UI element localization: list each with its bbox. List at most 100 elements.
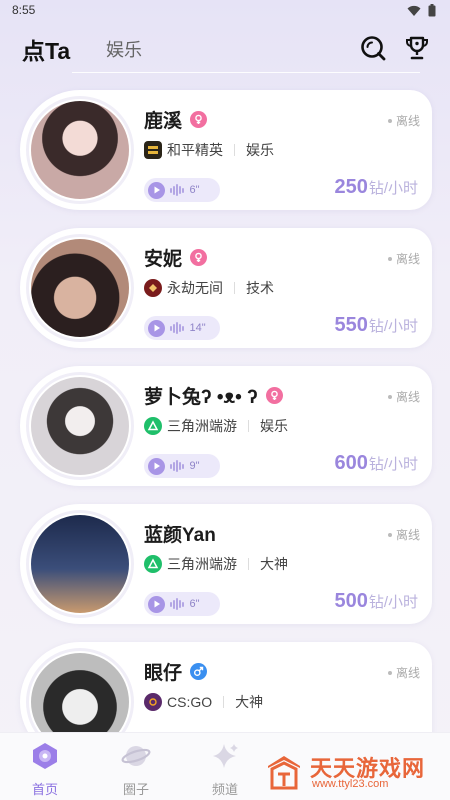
- tag-separator: [234, 144, 235, 156]
- name-row: 眼仔: [144, 658, 208, 685]
- companion-name: 安妮: [144, 249, 183, 270]
- name-row: 安妮: [144, 244, 208, 271]
- companion-card[interactable]: 萝卜兔ʔ •ᴥ• ʔ 离线 三角洲端游 娱乐 9" 600 钻/小时: [20, 366, 432, 486]
- top-nav: 点Ta 娱乐: [0, 24, 450, 74]
- status-bar: 8:55: [0, 0, 450, 24]
- nav-circle-label: 圈子: [122, 782, 149, 797]
- female-icon: [190, 111, 208, 128]
- male-icon: [190, 663, 208, 680]
- price: 550 钻/小时: [334, 314, 418, 337]
- service-category: 娱乐: [260, 418, 288, 434]
- companion-name: 眼仔: [144, 663, 183, 684]
- voice-intro-button[interactable]: 14": [144, 316, 220, 340]
- tag-separator: [248, 558, 249, 570]
- status-label: 离线: [387, 526, 420, 543]
- nav-circle[interactable]: 圈子: [106, 733, 166, 800]
- avatar[interactable]: [31, 101, 129, 199]
- avatar[interactable]: [31, 515, 129, 613]
- status-label: 离线: [387, 112, 420, 129]
- nav-channel-label: 频道: [211, 782, 238, 797]
- play-icon: [148, 181, 165, 199]
- female-icon: [190, 249, 208, 266]
- companion-card[interactable]: 鹿溪 离线 和平精英 娱乐 6" 250 钻/小时: [20, 90, 432, 210]
- tags-row: 三角洲端游 娱乐: [144, 416, 288, 436]
- companion-name: 萝卜兔ʔ •ᴥ• ʔ: [144, 387, 258, 408]
- tag-separator: [234, 282, 235, 294]
- home-icon: [30, 741, 60, 771]
- play-icon: [148, 595, 165, 613]
- game-name: 三角洲端游: [167, 556, 237, 572]
- companion-name: 鹿溪: [144, 111, 183, 132]
- avatar-ring: [26, 234, 134, 342]
- status-label: 离线: [387, 664, 420, 681]
- game-name: 和平精英: [167, 142, 223, 158]
- companion-card[interactable]: 安妮 离线 永劫无间 技术 14" 550 钻/小时: [20, 228, 432, 348]
- price-value: 500: [334, 590, 368, 612]
- watermark: 天天游戏网 www.ttyl23.com: [262, 748, 448, 796]
- delta-force-game-icon: [144, 555, 162, 573]
- battery-icon: [428, 4, 436, 17]
- game-name: CS:GO: [167, 694, 213, 710]
- avatar-ring: [26, 372, 134, 480]
- planet-icon: [121, 741, 151, 771]
- price-value: 600: [334, 452, 368, 474]
- tags-row: 和平精英 娱乐: [144, 140, 274, 160]
- price-unit: 钻/小时: [368, 318, 418, 335]
- price: 500 钻/小时: [334, 590, 418, 613]
- voice-duration: 14": [189, 322, 206, 334]
- watermark-logo-icon: [268, 756, 300, 790]
- tags-row: 永劫无间 技术: [144, 278, 274, 298]
- watermark-url: www.ttyl23.com: [312, 778, 389, 790]
- price-value: 250: [334, 176, 368, 198]
- tags-row: CS:GO 大神: [144, 692, 263, 712]
- companion-card[interactable]: 蓝颜Yan 离线 三角洲端游 大神 6" 500 钻/小时: [20, 504, 432, 624]
- waveform-icon: [170, 460, 184, 472]
- wifi-icon: [407, 5, 421, 16]
- csgo-game-icon: [144, 693, 162, 711]
- waveform-icon: [170, 322, 184, 334]
- price-unit: 钻/小时: [368, 594, 418, 611]
- tab-entertainment[interactable]: 娱乐: [106, 36, 142, 62]
- play-icon: [148, 319, 165, 337]
- name-row: 萝卜兔ʔ •ᴥ• ʔ: [144, 382, 283, 409]
- status-label: 离线: [387, 250, 420, 267]
- price: 250 钻/小时: [334, 176, 418, 199]
- status-label: 离线: [387, 388, 420, 405]
- avatar[interactable]: [31, 377, 129, 475]
- price: 600 钻/小时: [334, 452, 418, 475]
- price-unit: 钻/小时: [368, 180, 418, 197]
- tag-separator: [248, 420, 249, 432]
- naraka-game-icon: [144, 279, 162, 297]
- waveform-icon: [170, 598, 184, 610]
- game-name: 三角洲端游: [167, 418, 237, 434]
- price-value: 550: [334, 314, 368, 336]
- voice-intro-button[interactable]: 9": [144, 454, 220, 478]
- header-divider: [72, 72, 420, 73]
- voice-intro-button[interactable]: 6": [144, 592, 220, 616]
- play-icon: [148, 457, 165, 475]
- tab-dianta[interactable]: 点Ta: [22, 32, 70, 66]
- voice-intro-button[interactable]: 6": [144, 178, 220, 202]
- voice-duration: 9": [189, 460, 200, 472]
- name-row: 蓝颜Yan: [144, 520, 216, 547]
- peace-elite-game-icon: [144, 141, 162, 159]
- status-time: 8:55: [12, 3, 36, 17]
- voice-duration: 6": [189, 184, 200, 196]
- sparkle-icon: [210, 741, 240, 771]
- service-category: 大神: [260, 556, 288, 572]
- companion-name: 蓝颜Yan: [144, 525, 216, 546]
- tags-row: 三角洲端游 大神: [144, 554, 288, 574]
- female-icon: [265, 387, 283, 404]
- search-icon[interactable]: [359, 34, 387, 62]
- nav-home-label: 首页: [31, 782, 58, 797]
- nav-home[interactable]: 首页: [15, 733, 75, 800]
- trophy-icon[interactable]: [403, 34, 431, 62]
- price-unit: 钻/小时: [368, 456, 418, 473]
- tag-separator: [223, 696, 225, 708]
- avatar[interactable]: [31, 239, 129, 337]
- avatar-ring: [26, 510, 134, 618]
- name-row: 鹿溪: [144, 106, 208, 133]
- service-category: 娱乐: [246, 142, 274, 158]
- status-icons: [407, 4, 436, 17]
- nav-channel[interactable]: 频道: [195, 733, 255, 800]
